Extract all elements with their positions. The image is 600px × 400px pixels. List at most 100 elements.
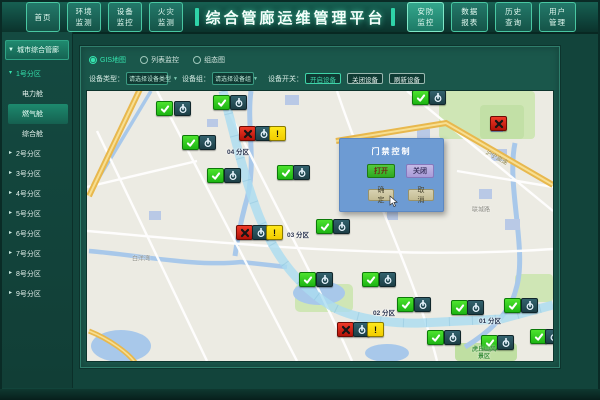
power-icon[interactable] [199, 135, 216, 150]
nav-button-安防监控[interactable]: 安防监控 [407, 2, 444, 32]
view-mode-radios: GIS地图 列表监控 组态图 [89, 55, 225, 65]
sidebar-item-3号分区[interactable]: 3号分区 [2, 164, 72, 184]
door-close-button[interactable]: 关闭 [406, 164, 434, 178]
power-icon[interactable] [316, 272, 333, 287]
status-offline-icon[interactable] [239, 126, 256, 141]
power-icon[interactable] [333, 219, 350, 234]
view-mode-radio-组态图[interactable]: 组态图 [193, 55, 225, 65]
status-offline-icon[interactable] [236, 225, 253, 240]
nav-button-火灾监测[interactable]: 火灾监测 [149, 2, 183, 32]
switch-button-关闭设备[interactable]: 关闭设备 [347, 73, 383, 84]
nav-right: 安防监控数据报表历史查询用户管理 [407, 2, 576, 32]
status-offline-icon[interactable] [337, 322, 354, 337]
status-ok-icon[interactable] [182, 135, 199, 150]
power-icon[interactable] [230, 95, 247, 110]
page-title: 综合管廊运维管理平台 [205, 7, 385, 28]
dialog-title: 门禁控制 [340, 146, 443, 157]
sidebar-root-node[interactable]: ▼ 城市综合管廊 [5, 40, 69, 60]
status-ok-icon[interactable] [213, 95, 230, 110]
warning-icon[interactable]: ! [367, 322, 384, 337]
switch-button-开启设备[interactable]: 开启设备 [305, 73, 341, 84]
place-label: 联城路 [472, 205, 490, 214]
status-ok-icon[interactable] [277, 165, 294, 180]
sidebar-item-8号分区[interactable]: 8号分区 [2, 264, 72, 284]
sidebar-item-燃气舱[interactable]: 燃气舱 [8, 104, 68, 124]
power-icon[interactable] [293, 165, 310, 180]
sidebar-item-5号分区[interactable]: 5号分区 [2, 204, 72, 224]
status-ok-icon[interactable] [412, 91, 429, 105]
power-icon[interactable] [497, 335, 514, 350]
view-mode-radio-列表监控[interactable]: 列表监控 [140, 55, 179, 65]
nav-button-用户管理[interactable]: 用户管理 [539, 2, 576, 32]
power-icon[interactable] [444, 330, 461, 345]
sidebar-tree: 1号分区电力舱燃气舱综合舱2号分区3号分区4号分区5号分区6号分区7号分区8号分… [2, 64, 72, 304]
view-mode-radio-GIS地图[interactable]: GIS地图 [89, 55, 126, 65]
nav-button-首页[interactable]: 首页 [26, 2, 60, 32]
device-control-row: 设备类型： 请选择设备类型 ▼ 设备组： 请选择设备组 ▼ 设备开关： 开启设备… [89, 72, 431, 85]
radio-icon [193, 56, 201, 64]
status-ok-icon[interactable] [299, 272, 316, 287]
status-ok-icon[interactable] [504, 298, 521, 313]
zone-label: 03 分区 [287, 229, 309, 239]
power-icon[interactable] [545, 329, 553, 344]
radio-icon [140, 56, 148, 64]
sidebar-item-6号分区[interactable]: 6号分区 [2, 224, 72, 244]
sidebar: ▼ 城市综合管廊 1号分区电力舱燃气舱综合舱2号分区3号分区4号分区5号分区6号… [2, 32, 73, 388]
nav-button-设备监控[interactable]: 设备监控 [108, 2, 142, 32]
nav-button-环境监测[interactable]: 环境监测 [67, 2, 101, 32]
top-header: 首页环境监测设备监控火灾监测 综合管廊运维管理平台 安防监控数据报表历史查询用户… [2, 2, 598, 34]
status-ok-icon[interactable] [362, 272, 379, 287]
title-accent-bar [391, 8, 395, 26]
place-label: 虎丘山风景区 [472, 347, 496, 361]
sidebar-item-综合舱[interactable]: 综合舱 [2, 124, 72, 144]
status-offline-icon[interactable] [490, 116, 507, 131]
view-mode-label: 列表监控 [151, 55, 179, 65]
view-mode-label: GIS地图 [100, 55, 126, 65]
power-icon[interactable] [521, 298, 538, 313]
cancel-button[interactable]: 取消 [408, 189, 434, 201]
chevron-down-icon: ▼ [173, 76, 178, 82]
sidebar-item-2号分区[interactable]: 2号分区 [2, 144, 72, 164]
title-wrap: 综合管廊运维管理平台 [195, 7, 395, 28]
nav-left: 首页环境监测设备监控火灾监测 [26, 2, 183, 32]
door-open-button[interactable]: 打开 [367, 164, 395, 178]
bottom-bezel [0, 389, 600, 400]
status-ok-icon[interactable] [397, 297, 414, 312]
place-label: 白洋湾 [132, 254, 150, 263]
sidebar-root-label: 城市综合管廊 [17, 45, 59, 55]
map-canvas[interactable]: !!! 04 分区03 分区02 分区01 分区白洋湾联城路沪宁高速虎丘山风景区… [87, 91, 553, 361]
status-ok-icon[interactable] [156, 101, 173, 116]
device-switch-label: 设备开关： [268, 74, 303, 84]
power-icon[interactable] [379, 272, 396, 287]
nav-button-数据报表[interactable]: 数据报表 [451, 2, 488, 32]
status-ok-icon[interactable] [207, 168, 224, 183]
device-type-value: 请选择设备类型 [129, 74, 171, 83]
device-group-select[interactable]: 请选择设备组 ▼ [212, 72, 254, 85]
app-window: 首页环境监测设备监控火灾监测 综合管廊运维管理平台 安防监控数据报表历史查询用户… [0, 0, 600, 400]
warning-icon[interactable]: ! [266, 225, 283, 240]
status-ok-icon[interactable] [451, 300, 468, 315]
sidebar-item-9号分区[interactable]: 9号分区 [2, 284, 72, 304]
device-switch-buttons: 开启设备关闭设备刷新设备 [305, 73, 431, 84]
view-mode-label: 组态图 [204, 55, 225, 65]
power-icon[interactable] [224, 168, 241, 183]
switch-button-刷新设备[interactable]: 刷新设备 [389, 73, 425, 84]
status-ok-icon[interactable] [316, 219, 333, 234]
access-control-dialog: 门禁控制 打开 关闭 确定 取消 [339, 138, 444, 212]
sidebar-item-7号分区[interactable]: 7号分区 [2, 244, 72, 264]
power-icon[interactable] [414, 297, 431, 312]
power-icon[interactable] [467, 300, 484, 315]
radio-icon [89, 56, 97, 64]
nav-button-历史查询[interactable]: 历史查询 [495, 2, 532, 32]
zone-label: 01 分区 [479, 315, 501, 325]
zone-label: 02 分区 [373, 307, 395, 317]
power-icon[interactable] [174, 101, 191, 116]
warning-icon[interactable]: ! [269, 126, 286, 141]
power-icon[interactable] [429, 91, 446, 105]
status-ok-icon[interactable] [427, 330, 444, 345]
device-type-select[interactable]: 请选择设备类型 ▼ [126, 72, 168, 85]
sidebar-item-电力舱[interactable]: 电力舱 [2, 84, 72, 104]
sidebar-item-1号分区[interactable]: 1号分区 [2, 64, 72, 84]
sidebar-item-4号分区[interactable]: 4号分区 [2, 184, 72, 204]
ok-button[interactable]: 确定 [368, 189, 394, 201]
